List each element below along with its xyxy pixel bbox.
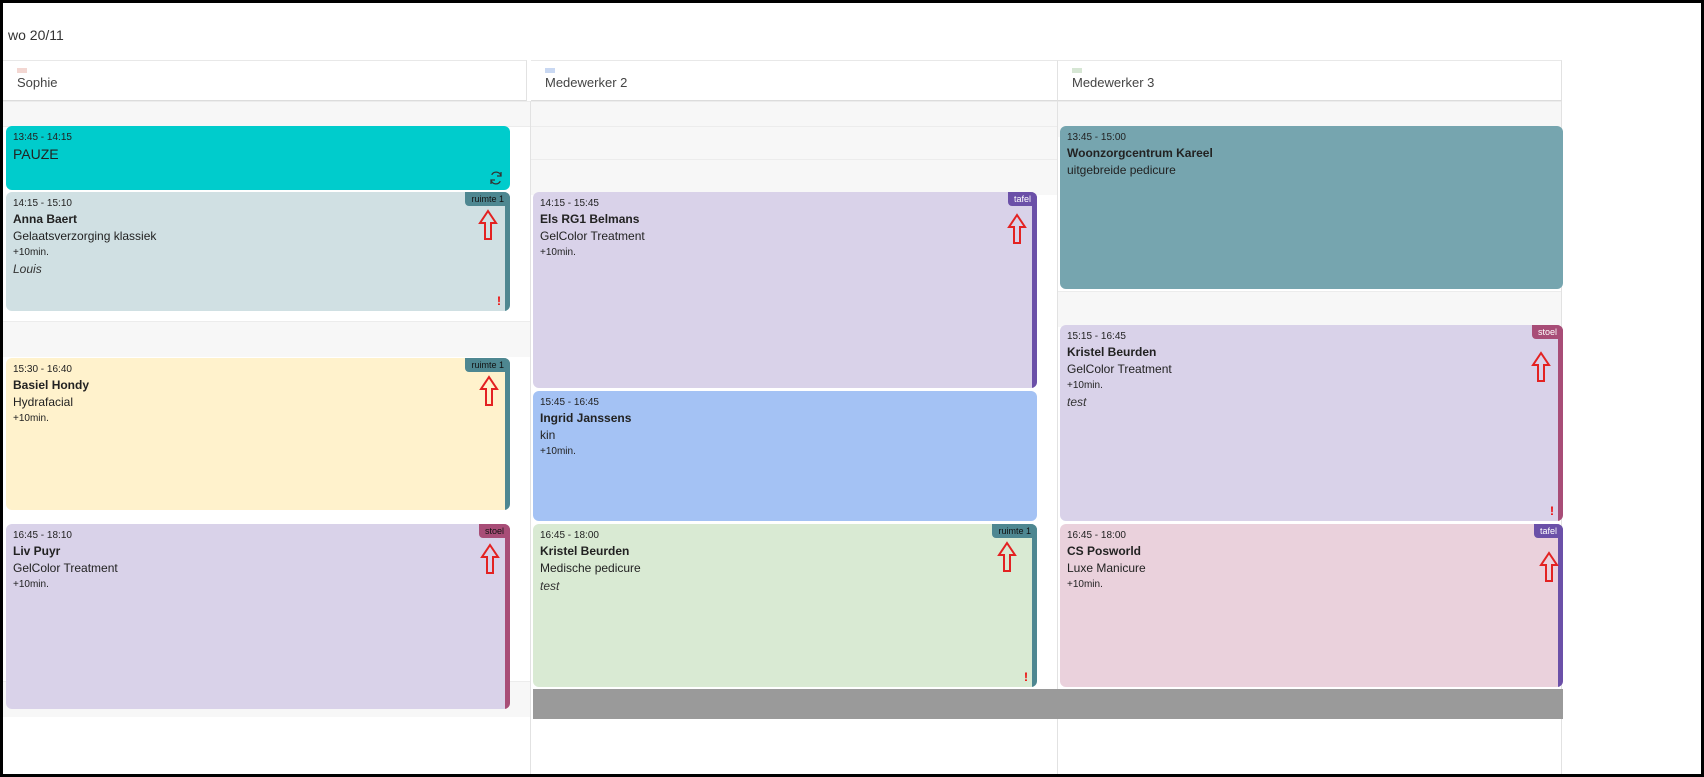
warning-icon: ! (1024, 670, 1028, 684)
client-name: Liv Puyr (13, 544, 61, 558)
resource-tag: ruimte 1 (465, 358, 510, 372)
appointment-kristel-beurden-m2[interactable]: 16:45 - 18:00 Kristel Beurden Medische p… (533, 524, 1037, 687)
resource-tag: stoel (478, 524, 510, 538)
unavailable-time-block (533, 689, 1563, 719)
appointment-time: 14:15 - 15:10 (13, 198, 72, 209)
appointment-label: PAUZE (13, 146, 59, 162)
extra-time: +10min. (1067, 380, 1103, 391)
column-header-medewerker-3[interactable]: Medewerker 3 (1058, 60, 1562, 101)
appointment-anna-baert[interactable]: 14:15 - 15:10 Anna Baert Gelaatsverzorgi… (6, 192, 510, 311)
service-name: Medische pedicure (540, 561, 641, 575)
up-arrow-annotation-icon (480, 543, 500, 574)
staff-color-swatch (1072, 68, 1082, 73)
client-name: Woonzorgcentrum Kareel (1067, 146, 1213, 160)
appointment-time: 13:45 - 15:00 (1067, 132, 1126, 143)
appointment-woonzorgcentrum[interactable]: 13:45 - 15:00 Woonzorgcentrum Kareel uit… (1060, 126, 1563, 289)
appointment-liv-puyr[interactable]: 16:45 - 18:10 Liv Puyr GelColor Treatmen… (6, 524, 510, 709)
staff-color-swatch (17, 68, 27, 73)
time-slot[interactable] (531, 159, 1057, 195)
client-name: Kristel Beurden (1067, 345, 1157, 359)
service-name: uitgebreide pedicure (1067, 163, 1176, 177)
up-arrow-annotation-icon (478, 209, 498, 240)
up-arrow-annotation-icon (997, 541, 1017, 572)
appointment-cs-posworld[interactable]: 16:45 - 18:00 CS Posworld Luxe Manicure … (1060, 524, 1563, 687)
resource-color-strip (1032, 192, 1037, 388)
staff-name: Medewerker 2 (545, 75, 628, 90)
resource-color-strip (505, 192, 510, 311)
service-name: kin (540, 428, 556, 442)
appointment-note: test (1067, 395, 1087, 409)
client-name: Kristel Beurden (540, 544, 630, 558)
service-name: Hydrafacial (13, 395, 74, 409)
staff-name: Sophie (17, 75, 58, 90)
extra-time: +10min. (540, 446, 576, 457)
appointment-time: 16:45 - 18:10 (13, 530, 72, 541)
column-header-sophie[interactable]: Sophie (3, 60, 527, 101)
extra-time: +10min. (1067, 579, 1103, 590)
appointment-basiel-hondy[interactable]: 15:30 - 16:40 Basiel Hondy Hydrafacial +… (6, 358, 510, 510)
service-name: GelColor Treatment (1067, 362, 1172, 376)
appointment-els-belmans[interactable]: 14:15 - 15:45 Els RG1 Belmans GelColor T… (533, 192, 1037, 388)
client-name: Ingrid Janssens (540, 411, 632, 425)
resource-tag: tafel (1533, 524, 1563, 538)
staff-color-swatch (545, 68, 555, 73)
resource-color-strip (1032, 524, 1037, 687)
time-slot[interactable] (3, 321, 530, 357)
client-name: CS Posworld (1067, 544, 1142, 558)
resource-tag: ruimte 1 (992, 524, 1037, 538)
appointment-ingrid-janssens[interactable]: 15:45 - 16:45 Ingrid Janssens kin +10min… (533, 391, 1037, 521)
warning-icon: ! (497, 294, 501, 308)
sync-icon[interactable] (488, 170, 504, 186)
up-arrow-annotation-icon (479, 375, 499, 406)
appointment-time: 13:45 - 14:15 (13, 132, 72, 143)
calendar-frame: wo 20/11 Sophie Medewerker 2 Medewerker … (0, 0, 1704, 777)
appointment-note: test (540, 579, 560, 593)
client-name: Basiel Hondy (13, 378, 90, 392)
service-name: GelColor Treatment (540, 229, 645, 243)
appointment-note: Louis (13, 262, 42, 276)
resource-tag: tafel (1007, 192, 1037, 206)
day-label: wo 20/11 (8, 27, 64, 43)
extra-time: +10min. (13, 579, 49, 590)
resource-tag: ruimte 1 (465, 192, 510, 206)
resource-color-strip (505, 358, 510, 510)
service-name: GelColor Treatment (13, 561, 118, 575)
time-slot[interactable] (1058, 291, 1561, 327)
appointment-kristel-beurden-m3[interactable]: 15:15 - 16:45 Kristel Beurden GelColor T… (1060, 325, 1563, 521)
column-header-medewerker-2[interactable]: Medewerker 2 (531, 60, 1058, 101)
extra-time: +10min. (13, 413, 49, 424)
appointment-time: 16:45 - 18:00 (1067, 530, 1126, 541)
appointment-time: 15:15 - 16:45 (1067, 331, 1126, 342)
client-name: Anna Baert (13, 212, 78, 226)
client-name: Els RG1 Belmans (540, 212, 640, 226)
appointment-pauze[interactable]: 13:45 - 14:15 PAUZE (6, 126, 510, 190)
appointment-time: 14:15 - 15:45 (540, 198, 599, 209)
extra-time: +10min. (540, 247, 576, 258)
appointment-time: 15:45 - 16:45 (540, 397, 599, 408)
up-arrow-annotation-icon (1007, 213, 1027, 244)
service-name: Gelaatsverzorging klassiek (13, 229, 157, 243)
time-slot[interactable] (531, 126, 1057, 162)
resource-color-strip (1558, 325, 1563, 521)
staff-name: Medewerker 3 (1072, 75, 1155, 90)
extra-time: +10min. (13, 247, 49, 258)
up-arrow-annotation-icon (1539, 551, 1559, 582)
appointment-time: 15:30 - 16:40 (13, 364, 72, 375)
warning-icon: ! (1550, 504, 1554, 518)
service-name: Luxe Manicure (1067, 561, 1146, 575)
up-arrow-annotation-icon (1531, 351, 1551, 382)
appointment-time: 16:45 - 18:00 (540, 530, 599, 541)
resource-color-strip (505, 524, 510, 709)
resource-tag: stoel (1531, 325, 1563, 339)
resource-color-strip (1558, 524, 1563, 687)
